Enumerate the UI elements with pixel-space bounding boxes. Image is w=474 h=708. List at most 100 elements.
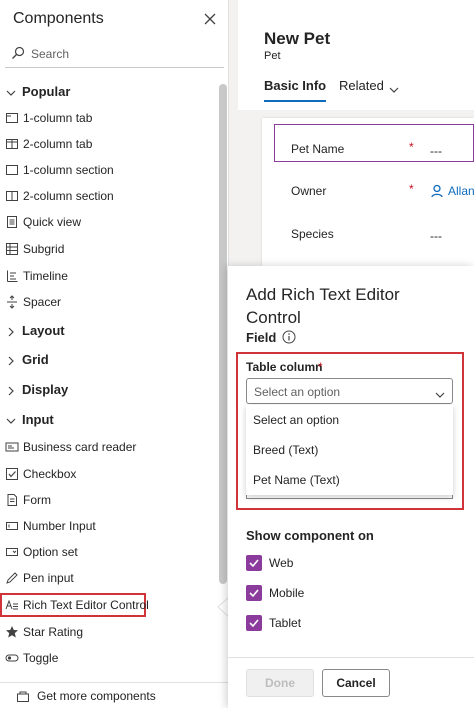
checkbox-mobile[interactable]: Mobile bbox=[246, 585, 396, 605]
component-number-input[interactable]: Number Input bbox=[0, 514, 218, 538]
checkbox-label: Mobile bbox=[269, 586, 305, 600]
component-2-column-section[interactable]: 2-column section bbox=[0, 184, 218, 208]
store-icon bbox=[16, 689, 30, 703]
pen-icon bbox=[5, 571, 19, 585]
component-quick-view[interactable]: Quick view bbox=[0, 210, 218, 234]
form-subtitle: Pet bbox=[264, 50, 281, 62]
section-label: Input bbox=[22, 412, 54, 427]
select-shadow-edge bbox=[246, 495, 453, 499]
get-more-components-link[interactable]: Get more components bbox=[0, 682, 229, 708]
search-icon bbox=[11, 46, 25, 60]
chevron-down-icon bbox=[5, 86, 17, 98]
component-toggle[interactable]: Toggle bbox=[0, 646, 218, 670]
component-label: 2-column tab bbox=[23, 137, 93, 151]
section-layout[interactable]: Layout bbox=[0, 317, 218, 345]
info-icon[interactable] bbox=[282, 330, 296, 344]
component-form[interactable]: Form bbox=[0, 488, 218, 512]
field-species[interactable]: Species --- bbox=[262, 214, 474, 252]
component-subgrid[interactable]: Subgrid bbox=[0, 237, 218, 261]
field-heading: Field bbox=[246, 330, 277, 345]
required-marker: * bbox=[318, 360, 323, 374]
component-label: Subgrid bbox=[23, 242, 65, 256]
subgrid-icon bbox=[5, 242, 19, 256]
toggle-icon bbox=[5, 651, 19, 665]
pane-header: Components bbox=[0, 0, 229, 38]
section-popular[interactable]: Popular bbox=[0, 78, 218, 106]
tab-related[interactable]: Related bbox=[339, 78, 384, 93]
scrollbar-thumb[interactable] bbox=[219, 84, 227, 584]
section-grid[interactable]: Grid bbox=[0, 346, 218, 374]
component-2-column-tab[interactable]: 2-column tab bbox=[0, 132, 218, 156]
component-option-set[interactable]: Option set bbox=[0, 540, 218, 564]
dialog-footer-divider bbox=[228, 657, 474, 658]
component-rich-text-editor-control[interactable]: Rich Text Editor Control bbox=[0, 593, 149, 617]
components-pane: Components Popular 1-column tab 2-column… bbox=[0, 0, 229, 708]
checkbox-checked-icon bbox=[246, 555, 262, 571]
field-label: Pet Name bbox=[291, 142, 345, 156]
checkbox-label: Tablet bbox=[269, 616, 302, 630]
checkbox-icon bbox=[5, 467, 19, 481]
field-owner[interactable]: Owner * Allan bbox=[262, 172, 474, 210]
section-label: Display bbox=[22, 382, 69, 397]
section-label: Layout bbox=[22, 323, 65, 338]
select-value: Select an option bbox=[254, 385, 341, 399]
two-column-section-icon bbox=[5, 189, 19, 203]
section-display[interactable]: Display bbox=[0, 376, 218, 404]
component-spacer[interactable]: Spacer bbox=[0, 290, 218, 314]
close-icon[interactable] bbox=[200, 9, 220, 29]
component-pen-input[interactable]: Pen input bbox=[0, 566, 218, 590]
option-label: Breed (Text) bbox=[253, 443, 319, 457]
component-label: Option set bbox=[23, 545, 78, 559]
required-marker: * bbox=[409, 140, 414, 154]
spacer-icon bbox=[5, 295, 19, 309]
pane-title: Components bbox=[13, 10, 104, 27]
section-icon bbox=[5, 163, 19, 177]
component-star-rating[interactable]: Star Rating bbox=[0, 620, 218, 644]
select-options-list: Select an option Breed (Text) Pet Name (… bbox=[246, 405, 453, 495]
component-label: Checkbox bbox=[23, 467, 77, 481]
done-button[interactable]: Done bbox=[246, 669, 314, 697]
table-column-label: Table column bbox=[246, 360, 323, 374]
chevron-right-icon bbox=[5, 354, 17, 366]
component-timeline[interactable]: Timeline bbox=[0, 264, 218, 288]
person-icon bbox=[430, 184, 444, 198]
checkbox-tablet[interactable]: Tablet bbox=[246, 615, 396, 635]
component-label: Business card reader bbox=[23, 440, 137, 454]
owner-lookup-link[interactable]: Allan bbox=[448, 184, 474, 198]
star-icon bbox=[5, 625, 19, 639]
field-value: --- bbox=[430, 229, 442, 243]
tab-icon bbox=[5, 111, 19, 125]
scroll-up-arrow-icon[interactable] bbox=[219, 76, 227, 88]
search-input[interactable] bbox=[31, 43, 216, 65]
business-card-icon bbox=[5, 440, 19, 454]
component-label: Number Input bbox=[23, 519, 96, 533]
form-icon bbox=[5, 493, 19, 507]
tab-basic-info[interactable]: Basic Info bbox=[264, 78, 327, 102]
number-input-icon bbox=[5, 519, 19, 533]
chevron-down-icon[interactable] bbox=[389, 82, 399, 93]
component-label: Form bbox=[23, 493, 51, 507]
checkbox-checked-icon bbox=[246, 585, 262, 601]
table-column-select[interactable]: Select an option bbox=[246, 378, 453, 404]
section-label: Popular bbox=[22, 84, 71, 99]
rich-text-icon bbox=[5, 598, 19, 612]
section-label: Grid bbox=[22, 352, 49, 367]
section-input[interactable]: Input bbox=[0, 406, 218, 434]
component-checkbox[interactable]: Checkbox bbox=[0, 462, 218, 486]
component-label: Star Rating bbox=[23, 625, 84, 639]
checkbox-checked-icon bbox=[246, 615, 262, 631]
quick-view-icon bbox=[5, 215, 19, 229]
component-1-column-section[interactable]: 1-column section bbox=[0, 158, 218, 182]
option-label: Pet Name (Text) bbox=[253, 473, 340, 487]
component-1-column-tab[interactable]: 1-column tab bbox=[0, 106, 218, 130]
cancel-button[interactable]: Cancel bbox=[322, 669, 390, 697]
option-pet-name[interactable]: Pet Name (Text) bbox=[246, 465, 453, 495]
option-select-an-option[interactable]: Select an option bbox=[246, 405, 453, 435]
checkbox-web[interactable]: Web bbox=[246, 555, 396, 575]
timeline-icon bbox=[5, 269, 19, 283]
component-business-card-reader[interactable]: Business card reader bbox=[0, 435, 218, 459]
field-pet-name[interactable]: Pet Name * --- bbox=[274, 124, 474, 162]
option-breed[interactable]: Breed (Text) bbox=[246, 435, 453, 465]
component-label: Spacer bbox=[23, 295, 62, 309]
option-set-icon bbox=[5, 545, 19, 559]
